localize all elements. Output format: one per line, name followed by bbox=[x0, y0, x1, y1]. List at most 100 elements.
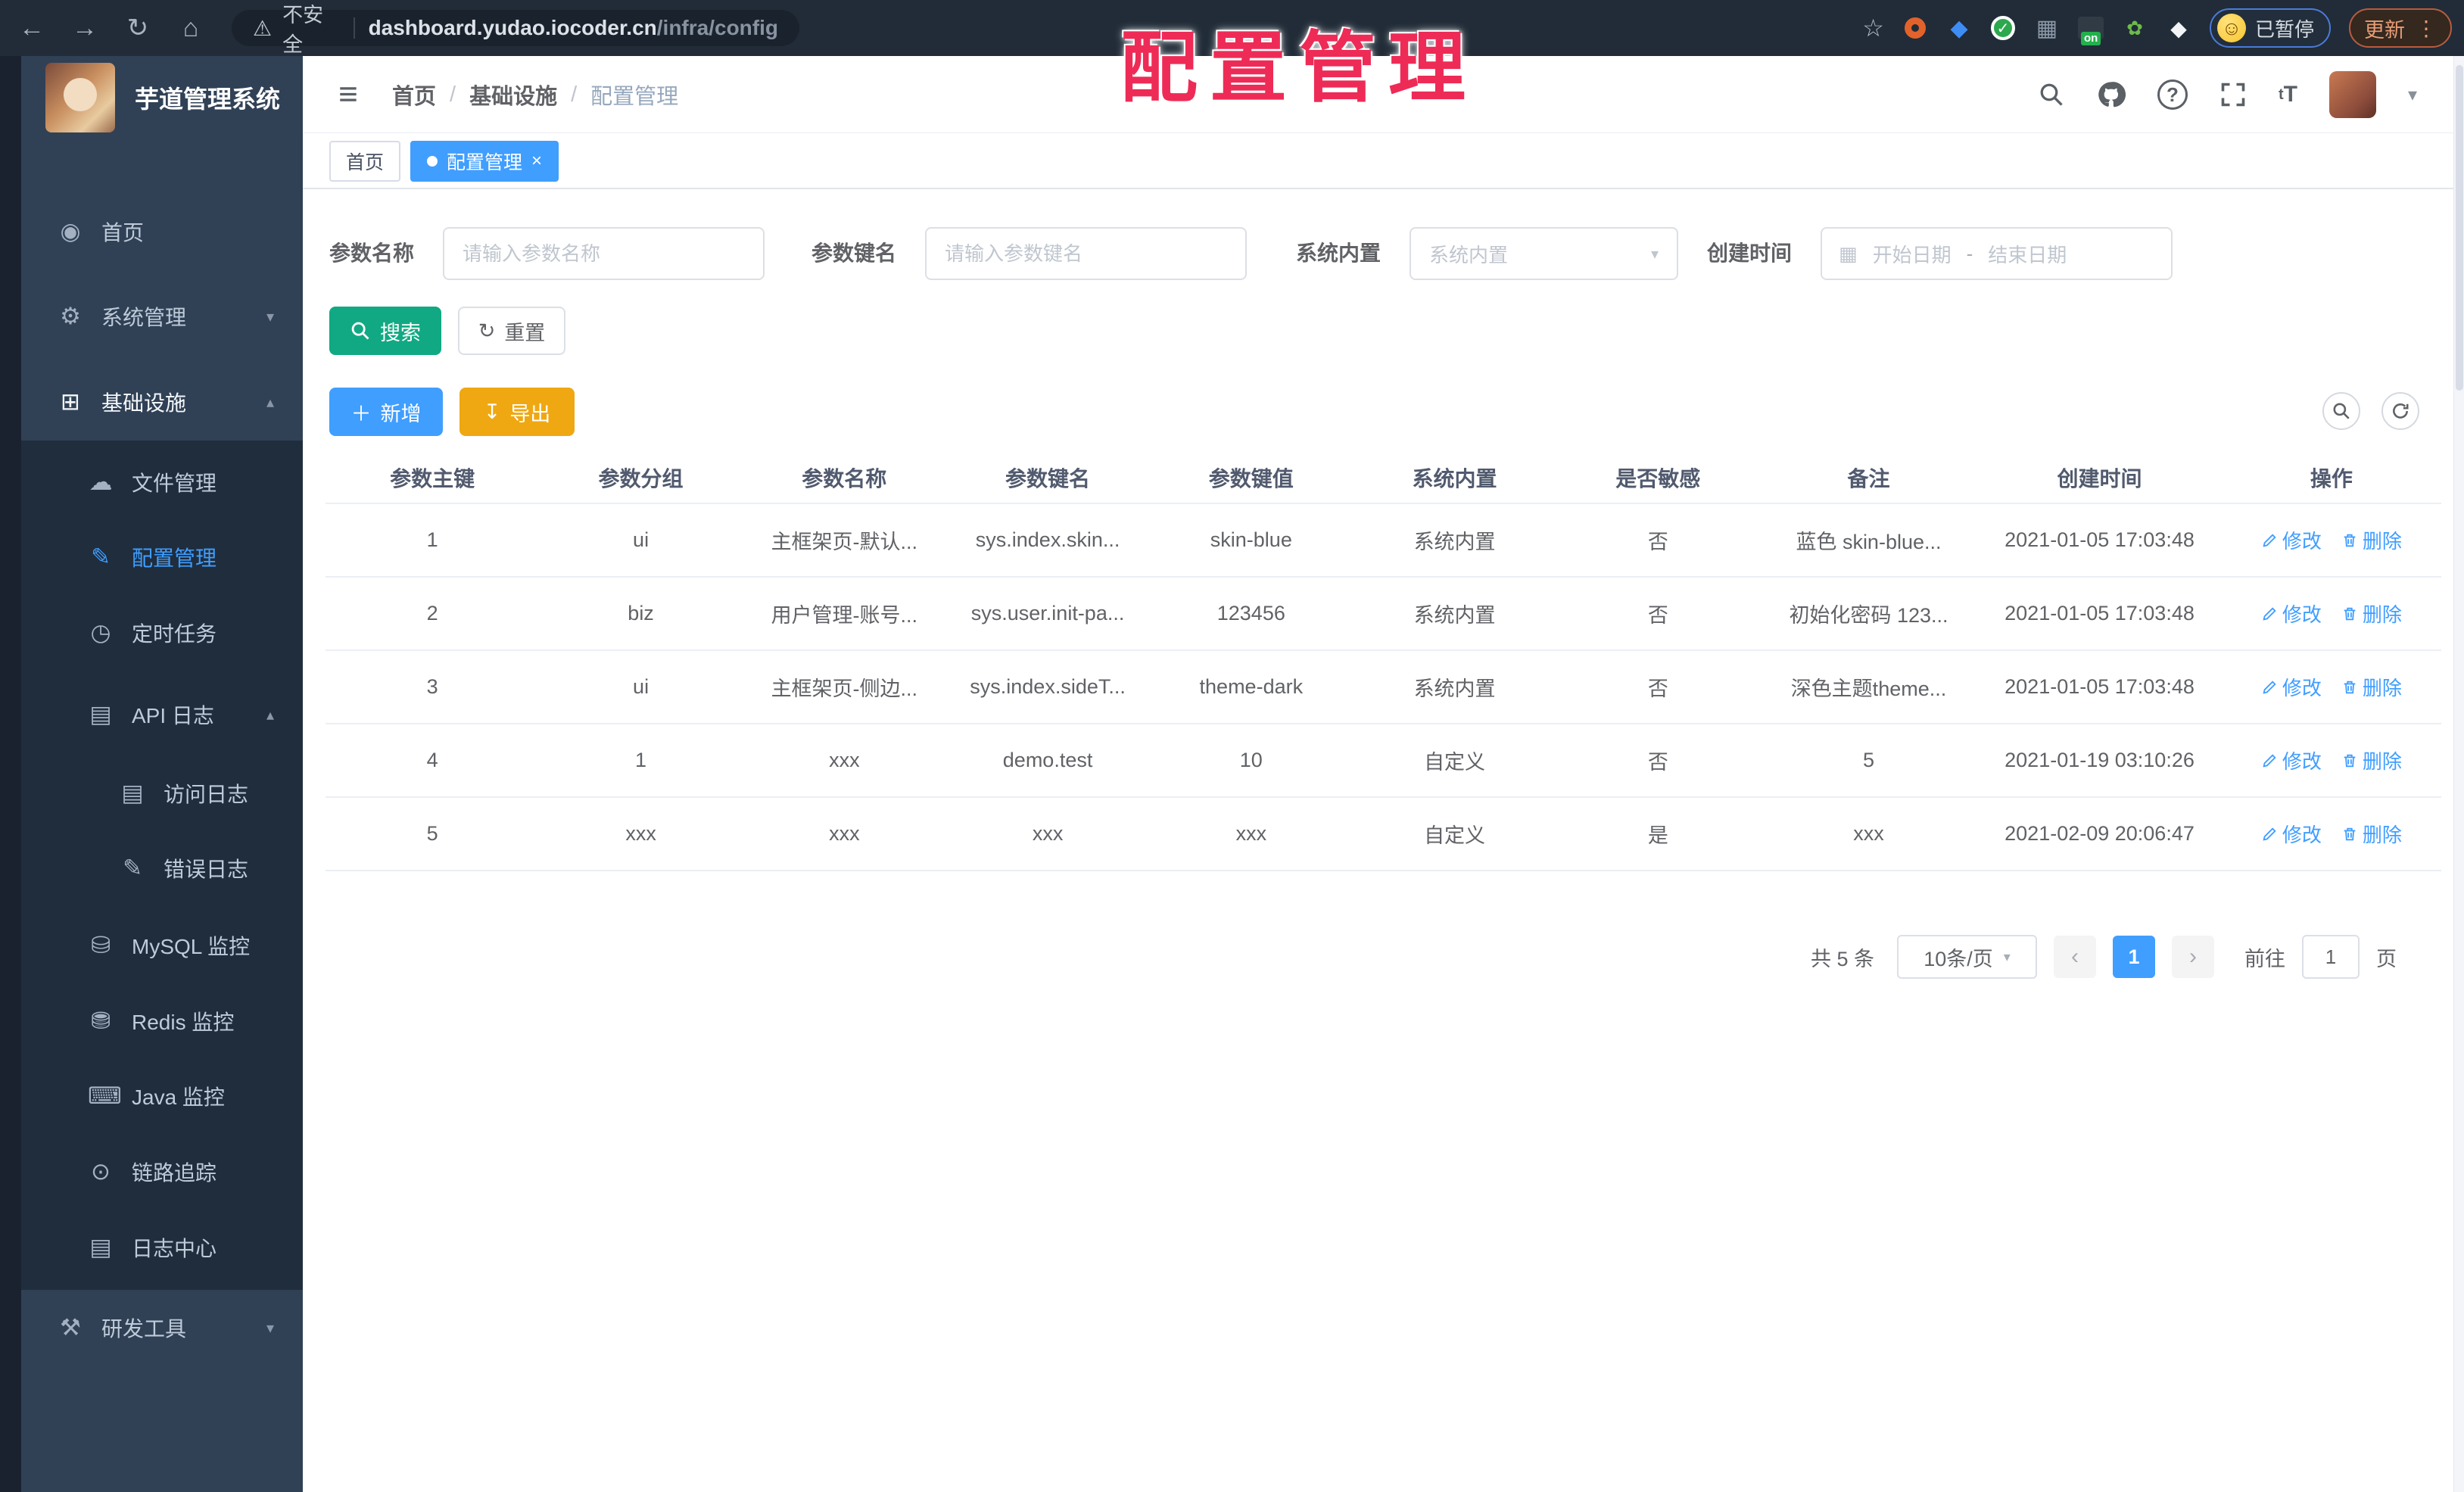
next-page-button[interactable]: › bbox=[2172, 936, 2214, 978]
sidebar-item-tracing[interactable]: ⊙ 链路追踪 bbox=[21, 1134, 303, 1210]
prev-page-button[interactable]: ‹ bbox=[2054, 936, 2096, 978]
page-scrollbar[interactable] bbox=[2453, 56, 2464, 1492]
not-secure-label: 不安全 bbox=[282, 4, 324, 56]
sidebar-item-home[interactable]: ◉ 首页 bbox=[21, 194, 303, 269]
browser-reload-button[interactable]: ↻ bbox=[117, 7, 159, 49]
sidebar-item-file-mgmt[interactable]: ☁ 文件管理 bbox=[21, 444, 303, 520]
search-icon[interactable] bbox=[2038, 81, 2065, 108]
sidebar-item-config-mgmt[interactable]: ✎ 配置管理 bbox=[21, 519, 303, 595]
sidebar-toggle-button[interactable]: ≡ bbox=[329, 76, 367, 114]
hide-search-circle-button[interactable] bbox=[2322, 392, 2360, 430]
edit-link[interactable]: 修改 bbox=[2261, 820, 2322, 848]
url-path: /infra/config bbox=[656, 16, 778, 39]
table-cell: 蓝色 skin-blue... bbox=[1796, 531, 1942, 553]
not-secure-warning-icon: ⚠ bbox=[253, 16, 273, 40]
avatar-caret-down-icon[interactable]: ▾ bbox=[2408, 84, 2417, 106]
scrollbar-thumb[interactable] bbox=[2456, 65, 2463, 391]
tag-config-active[interactable]: 配置管理 × bbox=[410, 141, 559, 182]
refresh-circle-button[interactable] bbox=[2381, 392, 2419, 430]
page-title-watermark: 配置管理 bbox=[1120, 25, 1478, 111]
sidebar-item-access-logs[interactable]: ▤ 访问日志 bbox=[21, 755, 303, 831]
sidebar-item-dev-tools[interactable]: ⚒ 研发工具 ▾ bbox=[21, 1290, 303, 1366]
extension-onetab-icon[interactable]: on bbox=[2077, 15, 2104, 45]
current-page-button[interactable]: 1 bbox=[2113, 936, 2155, 978]
browser-home-button[interactable]: ⌂ bbox=[170, 7, 212, 49]
param-name-input[interactable] bbox=[443, 227, 765, 280]
delete-link[interactable]: 删除 bbox=[2341, 746, 2402, 774]
extension-check-icon[interactable]: ✓ bbox=[1990, 15, 2016, 41]
table-cell: xxx bbox=[1853, 822, 1884, 845]
bookmark-star-icon[interactable]: ☆ bbox=[1862, 14, 1884, 42]
tag-home[interactable]: 首页 bbox=[329, 141, 401, 182]
total-count-label: 共 5 条 bbox=[1810, 947, 1874, 970]
browser-back-button[interactable]: ← bbox=[11, 7, 53, 49]
table-cell: sys.index.sideT... bbox=[970, 675, 1126, 698]
sidebar-item-infrastructure[interactable]: ⊞ 基础设施 ▴ bbox=[21, 364, 303, 440]
create-time-daterange[interactable]: ▦ 开始日期 - 结束日期 bbox=[1821, 227, 2173, 280]
sidebar-item-java-monitor[interactable]: ⌨ Java 监控 bbox=[21, 1058, 303, 1134]
table-cell: 系统内置 bbox=[1413, 604, 1496, 627]
delete-link[interactable]: 删除 bbox=[2341, 820, 2402, 848]
table-column-header: 备注 bbox=[1847, 467, 1890, 491]
extensions-puzzle-icon[interactable]: ◆ bbox=[2166, 15, 2191, 41]
table-body: 1 ui 主框架页-默认... sys.index.skin... skin-blue 系… bbox=[326, 504, 2441, 871]
export-button[interactable]: ↧ 导出 bbox=[459, 388, 575, 436]
table-cell: theme-dark bbox=[1199, 675, 1304, 698]
browser-update-button[interactable]: 更新 ⋮ bbox=[2349, 8, 2452, 48]
profile-paused-chip[interactable]: ☺ 已暂停 bbox=[2209, 8, 2331, 48]
help-icon[interactable]: ? bbox=[2157, 79, 2188, 110]
download-icon: ↧ bbox=[483, 400, 501, 423]
breadcrumb-infrastructure[interactable]: 基础设施 bbox=[469, 79, 557, 111]
page-size-select[interactable]: 10条/页 ▾ bbox=[1897, 935, 2037, 979]
edit-link[interactable]: 修改 bbox=[2261, 673, 2322, 701]
extension-leaf-icon[interactable]: ✿ bbox=[2122, 15, 2148, 41]
delete-link[interactable]: 删除 bbox=[2341, 673, 2402, 701]
app-logo-row[interactable]: 芋道管理系统 bbox=[21, 56, 303, 139]
sidebar-item-log-center[interactable]: ▤ 日志中心 bbox=[21, 1210, 303, 1285]
font-size-icon[interactable]: tT bbox=[2279, 82, 2297, 107]
add-button[interactable]: ＋ 新增 bbox=[329, 388, 443, 436]
sidebar-edge-strip bbox=[0, 56, 21, 1492]
active-dot bbox=[427, 156, 438, 167]
browser-forward-button[interactable]: → bbox=[64, 7, 106, 49]
delete-link[interactable]: 删除 bbox=[2341, 526, 2402, 554]
system-builtin-select[interactable]: 系统内置 ▾ bbox=[1410, 227, 1678, 280]
delete-link[interactable]: 删除 bbox=[2341, 600, 2402, 628]
github-icon[interactable] bbox=[2097, 80, 2126, 109]
redis-db-icon: ⛃ bbox=[91, 1008, 111, 1034]
sidebar-item-mysql-monitor[interactable]: ⛁ MySQL 监控 bbox=[21, 908, 303, 983]
extension-orange-icon[interactable] bbox=[1902, 15, 1928, 41]
table-column-header: 参数键值 bbox=[1208, 467, 1294, 491]
close-icon[interactable]: × bbox=[531, 151, 542, 172]
on-badge: on bbox=[2080, 32, 2101, 45]
sidebar-item-system-mgmt[interactable]: ⚙ 系统管理 ▾ bbox=[21, 279, 303, 354]
search-button[interactable]: 搜索 bbox=[329, 307, 441, 355]
breadcrumb-home[interactable]: 首页 bbox=[392, 79, 436, 111]
edit-link[interactable]: 修改 bbox=[2261, 600, 2322, 628]
sidebar-item-api-logs[interactable]: ▤ API 日志 ▴ bbox=[21, 677, 303, 752]
extension-grid-icon[interactable]: ▦ bbox=[2034, 15, 2060, 41]
fullscreen-icon[interactable] bbox=[2219, 81, 2247, 108]
edit-link-label: 修改 bbox=[2282, 677, 2322, 699]
goto-page-input[interactable] bbox=[2302, 935, 2360, 979]
tag-label: 配置管理 bbox=[447, 152, 523, 173]
edit-link[interactable]: 修改 bbox=[2261, 526, 2322, 554]
sidebar-item-error-logs[interactable]: ✎ 错误日志 bbox=[21, 830, 303, 906]
extension-pin-icon[interactable]: ◆ bbox=[1946, 15, 1972, 41]
filter-date-label: 创建时间 bbox=[1707, 241, 1793, 265]
param-key-input[interactable] bbox=[925, 227, 1247, 280]
chevron-down-icon: ▾ bbox=[266, 1319, 274, 1337]
table-cell: 1 bbox=[635, 749, 647, 771]
goto-label: 前往 bbox=[2244, 947, 2285, 970]
sidebar-item-scheduled-jobs[interactable]: ◷ 定时任务 bbox=[21, 595, 303, 671]
table-cell: 5 bbox=[426, 822, 438, 845]
user-avatar[interactable] bbox=[2328, 71, 2376, 118]
filter-name-label: 参数名称 bbox=[329, 241, 415, 265]
browser-menu-icon[interactable]: ⋮ bbox=[2416, 16, 2437, 41]
edit-link[interactable]: 修改 bbox=[2261, 746, 2322, 774]
access-log-icon: ▤ bbox=[121, 780, 144, 806]
reset-button[interactable]: ↻ 重置 bbox=[458, 307, 565, 355]
sidebar-item-redis-monitor[interactable]: ⛃ Redis 监控 bbox=[21, 983, 303, 1059]
url-bar[interactable]: ⚠ 不安全 dashboard.yudao.iocoder.cn /infra/… bbox=[232, 4, 799, 56]
table-column-header: 操作 bbox=[2310, 467, 2353, 491]
